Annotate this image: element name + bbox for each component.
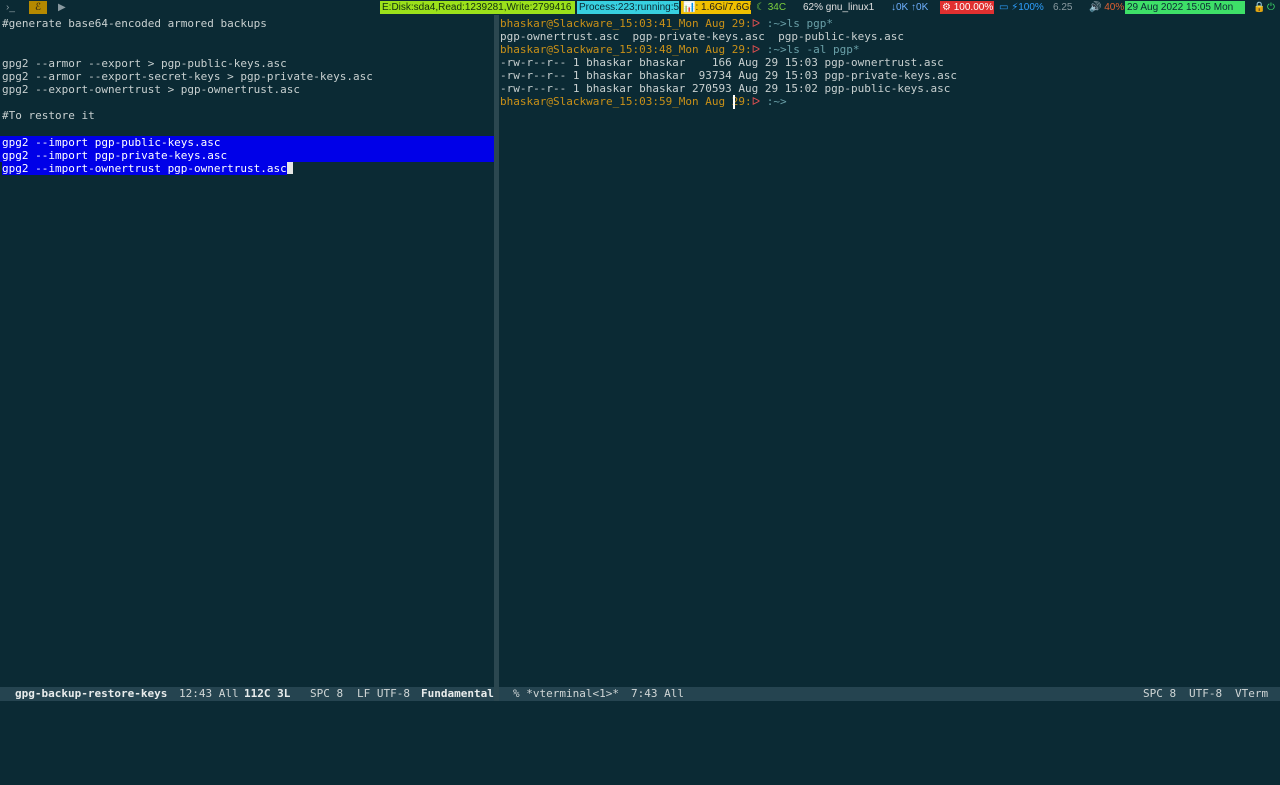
buffer-size: 112C 3L (244, 687, 291, 700)
editor-buffer-pane[interactable]: #generate base64-encoded armored backups… (0, 15, 494, 687)
terminal-prompt-line[interactable]: bhaskar@Slackware_15:03:59_Mon Aug 29:ᐅ … (500, 95, 787, 108)
temperature-widget: ☾ 34C (756, 2, 787, 13)
date-time-widget: 29 Aug 2022 15:05 Mon (1125, 1, 1245, 14)
buffer-name[interactable]: gpg-backup-restore-keys (15, 687, 167, 701)
buffer-name[interactable]: % *vterminal<1>* (513, 687, 619, 701)
disk-io-widget: E:Disk:sda4,Read:1239281,Write:2799416 (380, 1, 575, 14)
encoding-info[interactable]: LF UTF-8 (357, 687, 410, 701)
prompt-user: bhaskar@Slackware_15:03:41_Mon Aug 29: (500, 17, 752, 30)
left-modeline[interactable]: gpg-backup-restore-keys 12:43 All 112C 3… (0, 687, 494, 701)
buffer-line[interactable]: gpg2 --armor --export-secret-keys > pgp-… (2, 70, 373, 83)
terminal-output-line: -rw-r--r-- 1 bhaskar bhaskar 166 Aug 29 … (500, 56, 944, 69)
power-icon[interactable]: ⏻ (1265, 1, 1277, 14)
prompt-command: :~>ls pgp* (760, 17, 833, 30)
load-widget: 6.25 (1053, 2, 1073, 13)
buffer-line[interactable]: #generate base64-encoded armored backups (2, 17, 267, 30)
workspace-emacs-icon[interactable]: ℰ (29, 1, 47, 14)
indent-info[interactable]: SPC 8 (310, 687, 343, 701)
major-mode[interactable]: Fundamental (421, 687, 494, 701)
prompt-command[interactable]: :~> (760, 95, 787, 108)
selected-line[interactable]: gpg2 --import pgp-public-keys.asc (0, 136, 494, 149)
prompt-user: bhaskar@Slackware_15:03:59_Mon Aug 29: (500, 95, 752, 108)
battery-widget: ▭ ⚡100% (999, 2, 1044, 13)
selected-text[interactable]: gpg2 --import-ownertrust pgp-ownertrust.… (2, 162, 287, 175)
cursor-position: 12:43 All (179, 687, 239, 700)
selected-line-last[interactable]: gpg2 --import-ownertrust pgp-ownertrust.… (0, 162, 293, 175)
volume-widget[interactable]: 🔊 40% (1087, 1, 1126, 14)
buffer-line[interactable]: gpg2 --armor --export > pgp-public-keys.… (2, 57, 287, 70)
cursor-position: 7:43 All (631, 687, 684, 700)
terminal-prompt-line: bhaskar@Slackware_15:03:48_Mon Aug 29:ᐅ … (500, 43, 859, 56)
network-speed-widget: ↓0K ↑0K (891, 2, 929, 13)
process-widget: Process:223;running:5 (577, 1, 679, 14)
memory-widget: 📊: 1.6Gi/7.6Gi (681, 1, 751, 14)
git-icon: ᐅ (751, 95, 761, 108)
terminal-output-line: pgp-ownertrust.asc pgp-private-keys.asc … (500, 30, 904, 43)
buffer-line[interactable]: gpg2 --export-ownertrust > pgp-ownertrus… (2, 83, 300, 96)
indent-info[interactable]: SPC 8 (1143, 687, 1176, 701)
prompt-user: bhaskar@Slackware_15:03:48_Mon Aug 29: (500, 43, 752, 56)
git-icon: ᐅ (751, 17, 761, 30)
selected-line[interactable]: gpg2 --import pgp-private-keys.asc (0, 149, 494, 162)
cpu-widget: ⚙ 100.00% (940, 1, 994, 14)
git-icon: ᐅ (751, 43, 761, 56)
workspace-terminal-icon[interactable]: ›_ (4, 1, 17, 14)
buffer-line[interactable]: #To restore it (2, 109, 95, 122)
right-modeline[interactable]: % *vterminal<1>* 7:43 All SPC 8 UTF-8 VT… (499, 687, 1280, 701)
top-status-bar: ›_ ℰ ▶ E:Disk:sda4,Read:1239281,Write:27… (0, 0, 1280, 15)
mouse-ibeam-cursor (733, 95, 735, 109)
major-mode[interactable]: VTerm (1235, 687, 1268, 701)
encoding-info[interactable]: UTF-8 (1189, 687, 1222, 701)
text-cursor (286, 162, 293, 174)
vterm-pane[interactable]: bhaskar@Slackware_15:03:41_Mon Aug 29:ᐅ … (499, 15, 1280, 687)
workspace-video-icon[interactable]: ▶ (56, 1, 68, 14)
terminal-output-line: -rw-r--r-- 1 bhaskar bhaskar 270593 Aug … (500, 82, 951, 95)
terminal-prompt-line: bhaskar@Slackware_15:03:41_Mon Aug 29:ᐅ … (500, 17, 833, 30)
wifi-widget: 62% gnu_linux1 (803, 2, 875, 13)
prompt-command: :~>ls -al pgp* (760, 43, 860, 56)
terminal-output-line: -rw-r--r-- 1 bhaskar bhaskar 93734 Aug 2… (500, 69, 957, 82)
